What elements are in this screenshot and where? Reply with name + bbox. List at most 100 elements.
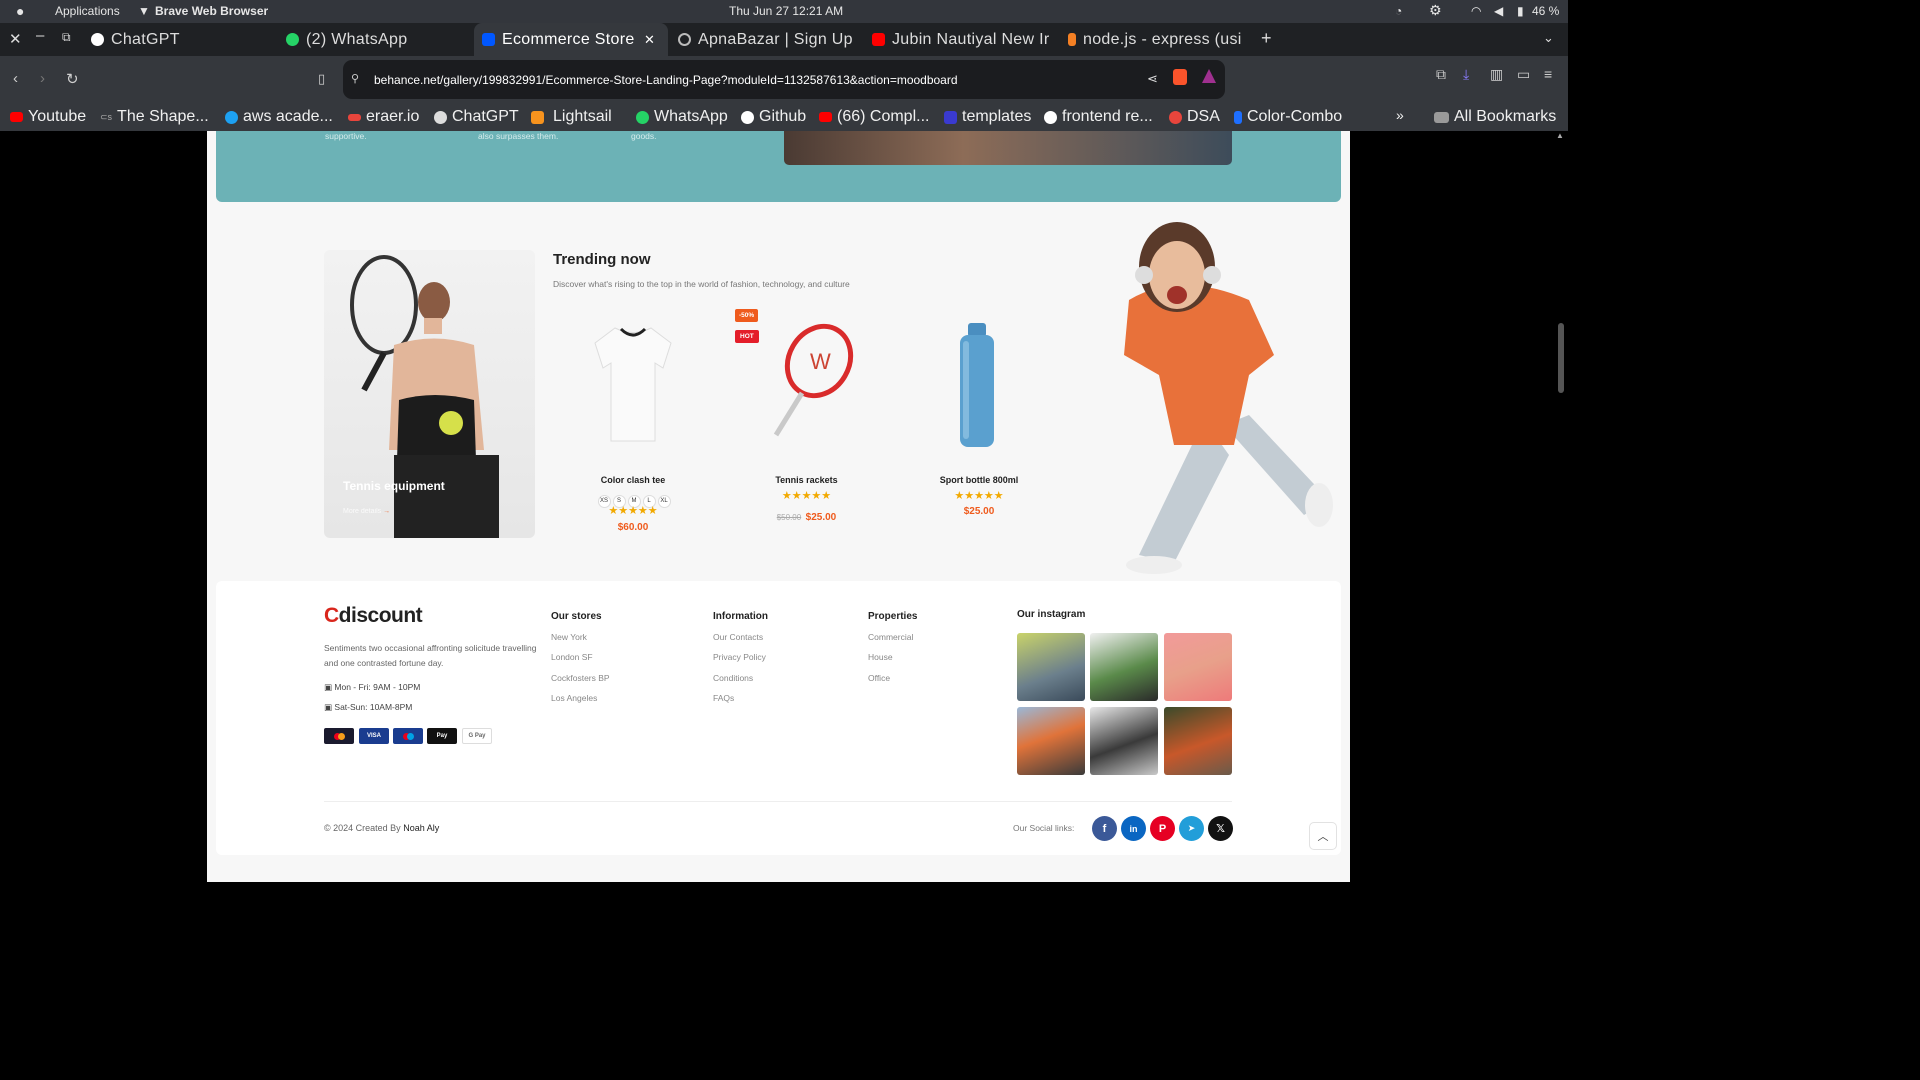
bookmark-label: eraer.io bbox=[366, 108, 420, 125]
promo-link-label: More details bbox=[343, 508, 382, 515]
brave-shields-icon[interactable] bbox=[1173, 69, 1187, 85]
feature-caption: also surpasses them. bbox=[478, 131, 559, 141]
tab-jubin-nautiyal[interactable]: Jubin Nautiyal New Ir bbox=[864, 23, 1054, 56]
instagram-photo[interactable] bbox=[1017, 633, 1085, 701]
bookmark-dsa[interactable]: DSA bbox=[1169, 108, 1220, 126]
settings-icon[interactable]: ⚙ bbox=[1429, 2, 1442, 19]
bookmark-color-combo[interactable]: Color-Combo bbox=[1234, 108, 1342, 126]
tab-search-chevron-icon[interactable]: ⌄ bbox=[1543, 30, 1554, 46]
bookmark-icon[interactable]: ▯ bbox=[318, 71, 325, 87]
scrollbar-thumb[interactable] bbox=[1558, 323, 1564, 393]
telegram-icon[interactable]: ➤ bbox=[1179, 816, 1204, 841]
back-icon[interactable]: ‹ bbox=[13, 70, 18, 87]
clock[interactable]: Thu Jun 27 12:21 AM bbox=[729, 4, 843, 18]
tab-nodejs-express[interactable]: node.js - express (usi bbox=[1060, 23, 1250, 56]
bookmark-chatgpt[interactable]: ChatGPT bbox=[434, 108, 519, 126]
bookmark-youtube[interactable]: Youtube bbox=[10, 108, 86, 126]
facebook-icon[interactable]: f bbox=[1092, 816, 1117, 841]
instagram-photo[interactable] bbox=[1090, 707, 1158, 775]
bookmark-label: All Bookmarks bbox=[1454, 108, 1557, 125]
apple-icon[interactable]: ● bbox=[16, 3, 24, 19]
more-bookmarks-icon[interactable]: » bbox=[1396, 107, 1404, 123]
instagram-photo[interactable] bbox=[1017, 707, 1085, 775]
instagram-photo[interactable] bbox=[1164, 707, 1232, 775]
apple-pay-icon: Pay bbox=[427, 728, 457, 744]
information-link[interactable]: Privacy Policy bbox=[713, 652, 766, 662]
bookmark-youtube-compl[interactable]: (66) Compl... bbox=[819, 108, 929, 126]
dsa-icon bbox=[1169, 110, 1182, 124]
tab-label: node.js - express (usi bbox=[1083, 30, 1242, 48]
instagram-photo[interactable] bbox=[1164, 633, 1232, 701]
tab-ecommerce-store[interactable]: Ecommerce Store | ✕ bbox=[474, 23, 668, 56]
property-link[interactable]: Office bbox=[868, 673, 890, 683]
bookmark-label: Lightsail bbox=[553, 108, 612, 125]
bookmark-aws-academy[interactable]: aws acade... bbox=[225, 108, 333, 126]
forward-icon[interactable]: › bbox=[40, 70, 45, 87]
bookmark-label: Color-Combo bbox=[1247, 108, 1343, 125]
bookmark-frontend[interactable]: frontend re... bbox=[1044, 108, 1153, 126]
product-price: $60.00 bbox=[617, 522, 649, 533]
share-icon[interactable]: ⋖ bbox=[1147, 71, 1158, 87]
tab-apnabazar[interactable]: ApnaBazar | Sign Up bbox=[670, 23, 860, 56]
promo-card[interactable]: Tennis equipment More details → bbox=[324, 250, 535, 538]
bookmark-templates[interactable]: templates bbox=[944, 108, 1031, 126]
wifi-icon[interactable]: ◠ bbox=[1471, 4, 1481, 18]
bookmark-github[interactable]: Github bbox=[741, 108, 806, 126]
store-link[interactable]: Cockfosters BP bbox=[551, 673, 610, 683]
restore-window-icon[interactable]: ⧉ bbox=[62, 30, 71, 45]
bookmark-whatsapp[interactable]: WhatsApp bbox=[636, 108, 728, 126]
instagram-photo[interactable] bbox=[1090, 633, 1158, 701]
battery-icon[interactable]: ▮ bbox=[1517, 4, 1524, 18]
page-scrollbar[interactable]: ▲ bbox=[1555, 131, 1568, 882]
pinterest-icon[interactable]: P bbox=[1150, 816, 1175, 841]
rating-stars: ★★★★★ bbox=[781, 490, 832, 502]
footer-logo[interactable]: Cdiscount bbox=[324, 604, 423, 628]
templates-icon bbox=[944, 110, 957, 124]
linkedin-icon[interactable]: in bbox=[1121, 816, 1146, 841]
store-link[interactable]: Los Angeles bbox=[551, 693, 597, 703]
close-tab-icon[interactable]: ✕ bbox=[644, 32, 655, 48]
promo-link[interactable]: More details → bbox=[343, 508, 390, 515]
information-link[interactable]: Conditions bbox=[713, 673, 753, 683]
brave-rewards-icon[interactable] bbox=[1202, 69, 1216, 83]
bookmark-label: The Shape... bbox=[117, 108, 209, 125]
minimize-window-icon[interactable]: – bbox=[36, 27, 44, 44]
globe-icon bbox=[678, 33, 691, 46]
store-link[interactable]: London SF bbox=[551, 652, 593, 662]
product-card-tee[interactable]: Color clash tee XS S M L XL ★★★★★ $60.00 bbox=[583, 316, 683, 536]
property-link[interactable]: Commercial bbox=[868, 632, 913, 642]
store-link[interactable]: New York bbox=[551, 632, 587, 642]
x-twitter-icon[interactable]: 𝕏 bbox=[1208, 816, 1233, 841]
bookmark-lightsail[interactable]: Lightsail bbox=[531, 108, 612, 126]
volume-icon[interactable]: ◀ bbox=[1494, 4, 1503, 18]
applications-menu[interactable]: Applications bbox=[55, 4, 120, 18]
information-heading: Information bbox=[713, 611, 768, 622]
folder-icon bbox=[1434, 111, 1449, 123]
extensions-icon[interactable]: ⧉ bbox=[1436, 66, 1446, 83]
wallet-icon[interactable]: ▭ bbox=[1517, 66, 1530, 83]
scroll-to-top-button[interactable]: ︿ bbox=[1309, 822, 1337, 850]
author-link[interactable]: Noah Aly bbox=[403, 823, 439, 833]
product-card-racket[interactable]: -50% HOT W Tennis rackets ★★★★★ $50.00 $… bbox=[734, 309, 879, 529]
sidebar-icon[interactable]: ▥ bbox=[1490, 66, 1503, 83]
clock-icon[interactable]: ◔ bbox=[1395, 4, 1402, 18]
close-window-icon[interactable]: ✕ bbox=[9, 30, 22, 48]
property-link[interactable]: House bbox=[868, 652, 893, 662]
site-info-icon[interactable]: ⚲ bbox=[351, 72, 359, 85]
bookmark-eraser[interactable]: eraer.io bbox=[348, 108, 419, 126]
download-icon[interactable]: ⤓ bbox=[1463, 66, 1469, 83]
bookmark-the-shape[interactable]: ⊂s The Shape... bbox=[100, 108, 209, 126]
toolbar-actions: ⧉ ⤓ ▥ ▭ ≡ bbox=[1432, 66, 1562, 86]
rating-stars: ★★★★★ bbox=[608, 505, 658, 517]
reload-icon[interactable]: ↻ bbox=[66, 70, 79, 88]
discount-badge: -50% bbox=[735, 309, 759, 322]
information-link[interactable]: Our Contacts bbox=[713, 632, 763, 642]
new-tab-icon[interactable]: + bbox=[1261, 28, 1272, 49]
information-link[interactable]: FAQs bbox=[713, 693, 734, 703]
menu-icon[interactable]: ≡ bbox=[1544, 66, 1552, 82]
tab-chatgpt[interactable]: ChatGPT bbox=[83, 23, 273, 56]
scroll-up-icon[interactable]: ▲ bbox=[1556, 131, 1564, 140]
tab-whatsapp[interactable]: (2) WhatsApp bbox=[278, 23, 468, 56]
all-bookmarks[interactable]: All Bookmarks bbox=[1434, 108, 1556, 126]
copyright-text: © 2024 Created By bbox=[324, 823, 401, 833]
